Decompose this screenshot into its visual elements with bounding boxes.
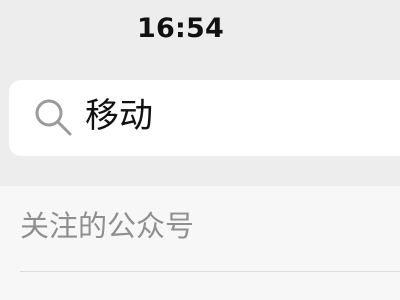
search-icon: [33, 97, 73, 137]
search-screen: 16:54 移动 关注的公众号: [0, 0, 400, 300]
section-divider: [20, 271, 400, 272]
result-section: 关注的公众号: [0, 186, 400, 300]
search-bar[interactable]: 移动: [9, 80, 400, 156]
status-time: 16:54: [137, 13, 224, 44]
status-bar: 16:54: [0, 0, 400, 62]
section-title-followed-accounts: 关注的公众号: [20, 209, 195, 243]
search-input[interactable]: 移动: [85, 94, 153, 138]
